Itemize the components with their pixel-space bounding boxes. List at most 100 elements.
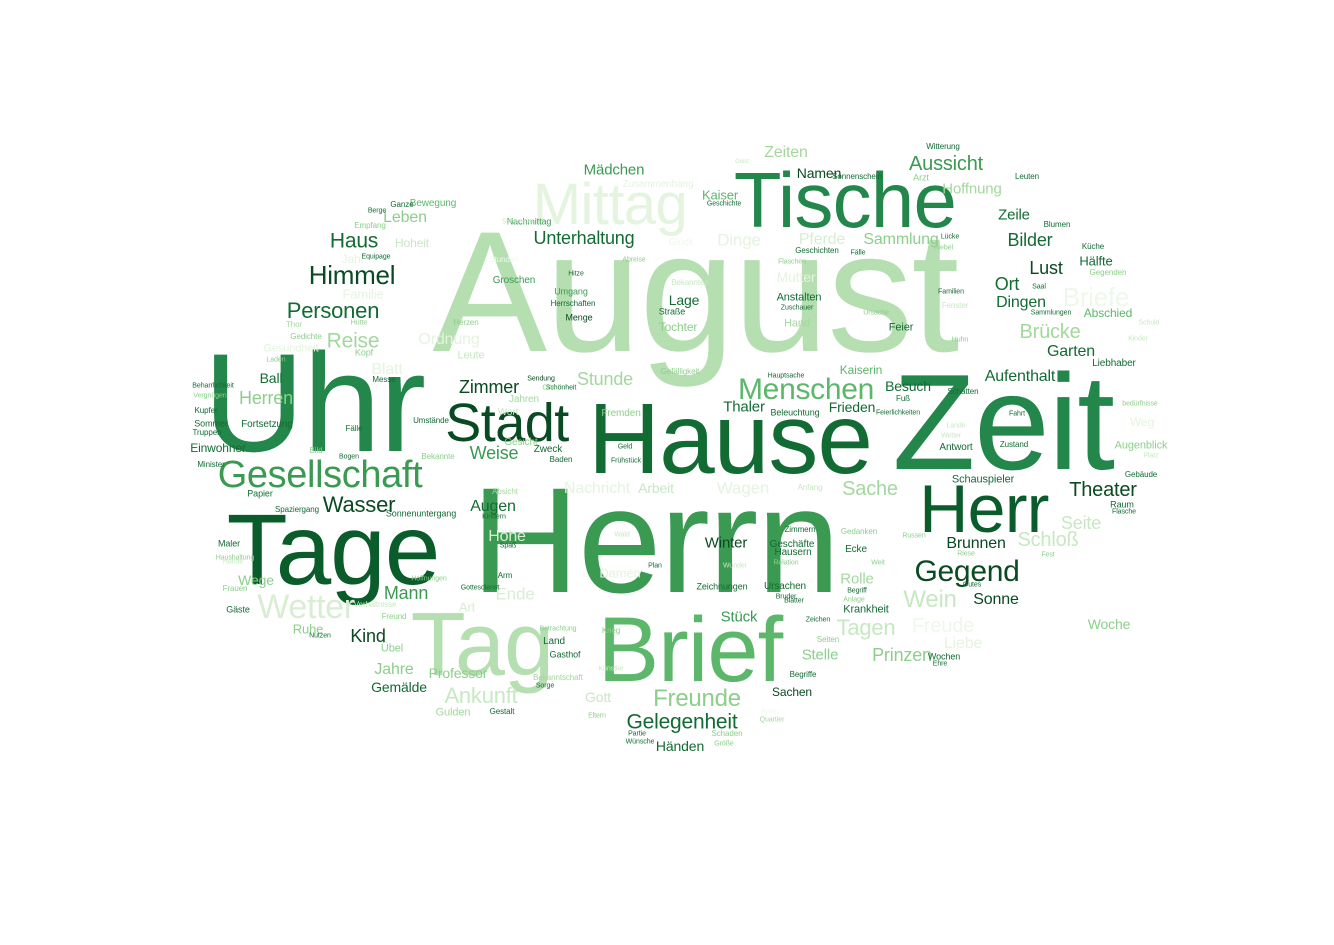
word-abreise: Abreise: [622, 256, 646, 264]
word-tochter: Tochter: [658, 320, 698, 334]
word-sache: Sache: [842, 478, 898, 500]
word-unterhaltung: Unterhaltung: [533, 228, 635, 248]
word-schloss: Schloß: [1017, 529, 1079, 551]
word-garten: Garten: [1047, 343, 1095, 360]
word-hoffnung: Hoffnung: [942, 180, 1002, 198]
word-lage: Lage: [668, 292, 700, 308]
word-augenblick: Augenblick: [1114, 439, 1168, 452]
word-leben: Leben: [383, 209, 427, 226]
word-ball: Ball: [259, 370, 283, 386]
word-stunden: Stunden: [489, 255, 519, 264]
word-laden: Laden: [266, 356, 286, 364]
word-verhaeltnisse: Verhältnisse: [353, 600, 397, 609]
word-geschaefte: Geschäfte: [769, 539, 815, 550]
word-zweck: Zweck: [533, 444, 563, 455]
word-gefaelligkeit: Gefälligkeit: [660, 367, 700, 376]
word-seite: Seite: [1060, 513, 1102, 533]
word-leuten: Leuten: [1015, 172, 1039, 181]
word-huette: Hütte: [350, 319, 368, 327]
word-freude: Freude: [911, 615, 975, 637]
word-menge: Menge: [565, 312, 593, 323]
word-wald: Wald: [614, 531, 630, 539]
word-sammlungen: Sammlungen: [1030, 309, 1072, 317]
word-umstaende: Umstände: [413, 416, 449, 425]
word-zeichen: Zeichen: [805, 616, 831, 624]
word-prinzen: Prinzen: [872, 645, 932, 665]
word-minister: Minister: [197, 460, 225, 469]
word-zeichnungen: Zeichnungen: [696, 581, 748, 592]
word-woche: Woche: [1087, 616, 1131, 632]
word-ursachen: Ursachen: [764, 581, 806, 592]
word-kaiserin: Kaiserin: [839, 363, 883, 377]
word-ursache: Ursache: [863, 309, 889, 317]
word-zustand: Zustand: [999, 440, 1029, 449]
word-hand: Hand: [784, 317, 810, 330]
word-gaeste: Gäste: [226, 604, 250, 615]
word-anfang: Anfang: [797, 483, 823, 492]
word-bekannte: Bekannte: [421, 452, 455, 461]
word-gestalt: Gestalt: [489, 707, 515, 716]
word-besuch: Besuch: [885, 378, 931, 394]
word-antwort: Antwort: [939, 442, 973, 453]
word-geld: Geld: [617, 443, 633, 451]
word-seiten: Seiten: [816, 635, 840, 644]
word-maedchen: Mädchen: [583, 161, 645, 179]
word-vergnuegen: Vergnügen: [193, 392, 227, 400]
word-sonnenuntergang: Sonnenuntergang: [385, 508, 457, 519]
word-sendung: Sendung: [527, 375, 555, 383]
word-wetter: Wetter: [257, 588, 355, 626]
word-uebel: Übel: [380, 642, 404, 655]
word-blaetter: Blätter: [784, 597, 804, 605]
word-feierlichkeiten: Feierlichkeiten: [875, 409, 921, 417]
word-stelle: Stelle: [801, 646, 839, 664]
word-haenden: Händen: [655, 738, 705, 754]
word-wochen: Wochen: [927, 651, 961, 662]
word-wetter: Wetter: [940, 432, 962, 440]
word-schwester: Schwester: [501, 218, 535, 226]
word-familie: Familie: [342, 286, 384, 302]
word-ort: Ort: [994, 274, 1020, 294]
word-fahrt: Fahrt: [1009, 410, 1025, 418]
word-absicht: Absicht: [492, 487, 518, 496]
word-thaler: Thaler: [723, 398, 765, 416]
word-plan: Plan: [648, 562, 662, 570]
word-riese: Riese: [957, 550, 975, 558]
word-kueche: Küche: [1081, 242, 1105, 251]
word-anlage: Anlage: [843, 596, 865, 604]
word-ankunft: Ankunft: [444, 683, 518, 708]
word-betrachtung: Betrachtung: [539, 625, 577, 633]
word-gutes: Gutes: [962, 581, 982, 589]
word-begriff: Begriff: [847, 587, 867, 595]
word-geschichten: Geschichten: [795, 246, 839, 255]
word-spass: Spaß: [499, 542, 517, 550]
word-sorge: Sorge: [535, 682, 555, 690]
word-gebaeude: Gebäude: [1124, 470, 1158, 479]
word-professor: Professor: [428, 665, 488, 681]
word-schaden: Schaden: [711, 729, 743, 738]
word-fest: Fest: [1041, 551, 1055, 559]
word-ehre: Ehre: [932, 660, 948, 668]
word-abschied: Abschied: [1083, 306, 1133, 320]
word-bekanntschaft: Bekanntschaft: [533, 673, 583, 682]
word-lust: Lust: [1029, 258, 1063, 278]
word-empfang: Empfang: [354, 221, 386, 230]
word-faelle: Fälle: [850, 249, 866, 257]
word-feier: Feier: [888, 321, 914, 334]
word-faelle: Fälle: [345, 424, 363, 433]
word-orte: Orte: [542, 384, 556, 392]
word-partie: Partie: [628, 730, 646, 738]
word-thor: Thor: [285, 320, 303, 329]
word-wunder: Wunder: [723, 562, 747, 570]
word-schatten: Schatten: [947, 387, 979, 396]
word-truppen: Truppen: [192, 428, 222, 437]
word-prinz: Prinz: [761, 708, 777, 716]
word-mutter: Mutter: [776, 269, 816, 285]
word-haus: Haus: [329, 229, 379, 253]
word-zimmern: Zimmern: [784, 525, 816, 534]
word-hitze: Hitze: [568, 270, 584, 278]
word-gedanken: Gedanken: [840, 527, 878, 536]
word-schauspieler: Schauspieler: [951, 473, 1015, 486]
word-platz: Platz: [1143, 452, 1159, 460]
word-hoffnungen: Hoffnungen: [411, 575, 447, 583]
word-groesse: Größe: [714, 740, 734, 748]
